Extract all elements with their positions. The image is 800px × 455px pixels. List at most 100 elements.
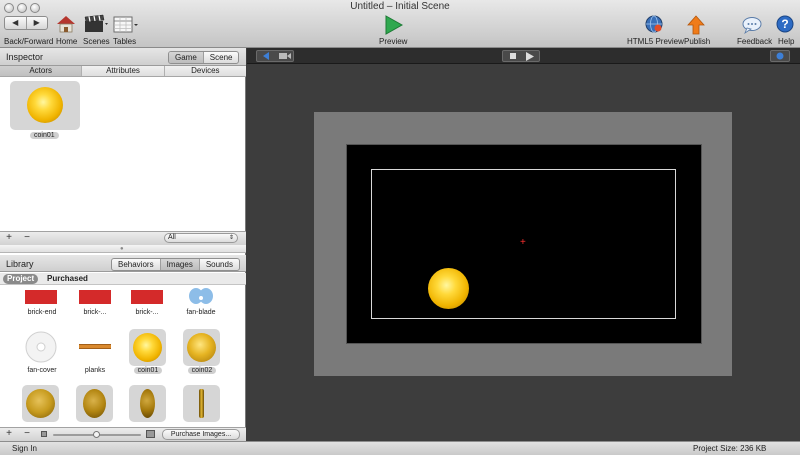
coin-image: [199, 389, 204, 418]
library-item-planks[interactable]: [79, 344, 111, 349]
scene-bounds: +: [314, 112, 732, 376]
actor-filter-select[interactable]: All ⇕: [164, 233, 238, 243]
scene-canvas[interactable]: +: [247, 64, 800, 441]
help-label: Help: [778, 37, 795, 46]
publish-arrow-icon: [687, 15, 705, 35]
play-icon: [385, 15, 404, 35]
library-item-coin-spin-3[interactable]: [129, 385, 166, 422]
tables-label: Tables: [113, 37, 137, 46]
coin-image: [140, 389, 155, 418]
library-item-coin02[interactable]: [183, 329, 220, 366]
publish-label: Publish: [684, 37, 711, 46]
library-title: Library: [6, 259, 34, 269]
tables-button[interactable]: [113, 15, 139, 35]
library-item-label: brick-...: [135, 309, 159, 316]
html5-preview-button[interactable]: [645, 15, 663, 33]
library-item-label: fan-blade: [186, 309, 216, 316]
eye-icon: [776, 52, 784, 60]
scenes-button[interactable]: [83, 14, 109, 34]
remove-image-button[interactable]: −: [20, 429, 34, 440]
tab-images[interactable]: Images: [159, 259, 199, 270]
inspector-header: Inspector Game Scene: [0, 48, 246, 66]
sign-in-link[interactable]: Sign In: [12, 444, 37, 453]
coin-image: [133, 333, 162, 362]
library-item-label: brick-...: [83, 309, 107, 316]
add-image-button[interactable]: +: [2, 429, 16, 440]
camera-mode-button[interactable]: [256, 50, 294, 62]
preview-button[interactable]: [383, 15, 404, 35]
game-screen[interactable]: +: [346, 144, 702, 344]
library-item-fan-blade[interactable]: [185, 286, 217, 306]
add-actor-button[interactable]: +: [2, 233, 16, 244]
window-titlebar: Untitled – Initial Scene ◀ ▶ Back/Forwar…: [0, 0, 800, 48]
back-forward-control[interactable]: ◀ ▶: [4, 16, 48, 30]
library-item-brick-3[interactable]: [131, 290, 163, 304]
help-button[interactable]: ?: [776, 15, 794, 33]
library-item-fan-cover[interactable]: [24, 330, 58, 364]
panel-splitter[interactable]: ●: [0, 245, 246, 253]
tab-attributes[interactable]: Attributes: [81, 66, 163, 76]
game-mode-button[interactable]: Game: [169, 52, 203, 63]
library-item-label: planks: [84, 367, 106, 374]
globe-icon: [645, 15, 663, 33]
project-size-label: Project Size: 236 KB: [693, 444, 767, 453]
library-item-coin-spin-2[interactable]: [76, 385, 113, 422]
feedback-label: Feedback: [737, 37, 773, 46]
actor-name-label: coin01: [30, 132, 59, 139]
preview-label: Preview: [379, 37, 408, 46]
actor-thumbnail[interactable]: [10, 81, 80, 130]
game-scene-toggle[interactable]: Game Scene: [168, 51, 240, 64]
library-tabs[interactable]: Behaviors Images Sounds: [111, 258, 240, 271]
help-icon: ?: [776, 15, 794, 33]
coin01-actor[interactable]: [428, 268, 469, 309]
back-arrow-icon[interactable]: ◀: [5, 17, 26, 29]
library-item-coin01[interactable]: [129, 329, 166, 366]
library-subtabs: Project Purchased: [0, 273, 246, 285]
home-button[interactable]: [56, 14, 76, 34]
fan-cover-image: [25, 331, 57, 363]
coin-image: [83, 389, 106, 418]
fan-blade-image: [189, 288, 213, 304]
remove-actor-button[interactable]: −: [20, 233, 34, 244]
scene-mode-button[interactable]: Scene: [202, 52, 239, 63]
home-label: Home: [56, 37, 78, 46]
tab-actors[interactable]: Actors: [0, 66, 82, 76]
scene-settings-button[interactable]: [770, 50, 790, 62]
library-item-brick-2[interactable]: [79, 290, 111, 304]
table-icon: [113, 16, 138, 33]
publish-button[interactable]: [687, 15, 705, 35]
coin-image: [27, 87, 63, 123]
library-item-coin-spin-1[interactable]: [22, 385, 59, 422]
thumbnail-size-slider[interactable]: [53, 431, 141, 438]
playback-controls[interactable]: [502, 50, 540, 62]
inspector-title: Inspector: [6, 52, 44, 62]
home-icon: [57, 16, 75, 33]
scenes-label: Scenes: [83, 37, 110, 46]
tab-behaviors[interactable]: Behaviors: [112, 259, 160, 270]
window-title: Untitled – Initial Scene: [350, 1, 450, 12]
canvas-toolbar: [247, 48, 800, 64]
subtab-project[interactable]: Project: [3, 274, 39, 284]
stop-icon[interactable]: [510, 53, 516, 59]
library-item-label: coin02: [183, 367, 221, 374]
status-bar: Sign In Project Size: 236 KB: [0, 441, 800, 455]
library-header: Library Behaviors Images Sounds: [0, 255, 246, 272]
clapperboard-icon: [84, 14, 108, 32]
svg-text:?: ?: [781, 17, 788, 31]
large-thumbnail-icon: [146, 430, 155, 438]
tab-sounds[interactable]: Sounds: [198, 259, 239, 270]
inspector-bottom-bar: + − All ⇕: [0, 231, 246, 245]
tab-devices[interactable]: Devices: [163, 66, 246, 76]
library-bottom-bar: + − Purchase Images...: [0, 427, 246, 441]
library-item-brick-end[interactable]: [25, 290, 57, 304]
back-forward-label: Back/Forward: [4, 37, 54, 46]
forward-arrow-icon[interactable]: ▶: [25, 17, 48, 29]
library-item-coin-spin-4[interactable]: [183, 385, 220, 422]
subtab-purchased[interactable]: Purchased: [47, 274, 88, 284]
library-item-label: brick-end: [27, 309, 57, 316]
feedback-button[interactable]: [742, 16, 762, 35]
purchase-images-button[interactable]: Purchase Images...: [162, 429, 240, 440]
slider-knob[interactable]: [93, 431, 100, 438]
html5-preview-label: HTML5 Preview: [627, 37, 684, 46]
play-icon[interactable]: [525, 52, 535, 61]
